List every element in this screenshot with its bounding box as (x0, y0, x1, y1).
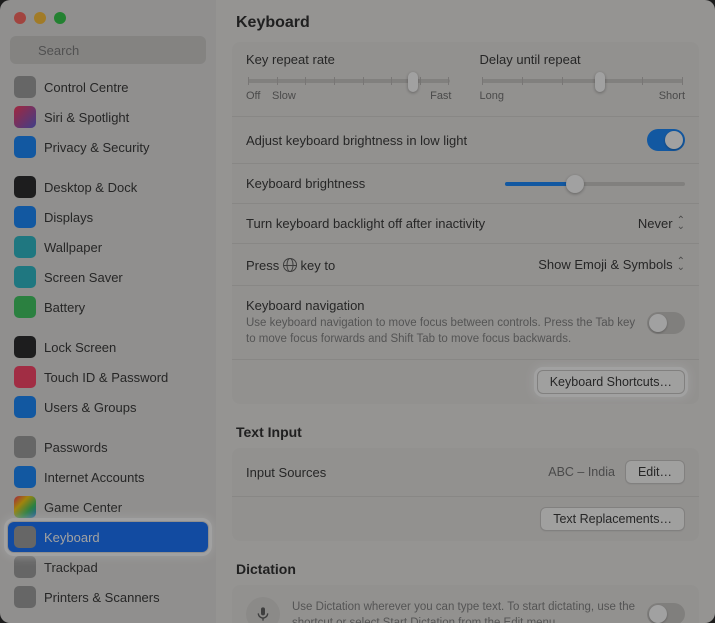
input-sources-value: ABC – India (548, 465, 615, 479)
key-repeat-off-label: Off (246, 90, 260, 102)
sidebar-item-screen-saver[interactable]: Screen Saver (8, 262, 208, 292)
sidebar-item-lock-screen[interactable]: Lock Screen (8, 332, 208, 362)
sidebar-item-label: Users & Groups (44, 400, 136, 415)
sidebar-item-label: Screen Saver (44, 270, 123, 285)
keyboard-nav-help: Use keyboard navigation to move focus be… (246, 316, 637, 347)
pref-icon (14, 396, 36, 418)
sidebar-item-label: Game Center (44, 500, 122, 515)
input-sources-label: Input Sources (246, 465, 326, 480)
pref-icon (14, 176, 36, 198)
pref-icon (14, 76, 36, 98)
sidebar-nav: Control Centre Siri & Spotlight Privacy & … (0, 72, 216, 623)
pref-icon (14, 526, 36, 548)
pref-icon (14, 436, 36, 458)
pref-icon (14, 366, 36, 388)
sidebar-item-internet-accounts[interactable]: Internet Accounts (8, 462, 208, 492)
sidebar-item-printers-scanners[interactable]: Printers & Scanners (8, 582, 208, 612)
pref-icon (14, 586, 36, 608)
brightness-slider[interactable] (505, 182, 685, 186)
key-repeat-label: Key repeat rate (246, 52, 452, 67)
sidebar-item-keyboard[interactable]: Keyboard (8, 522, 208, 552)
dictation-help: Use Dictation wherever you can type text… (292, 600, 637, 623)
pref-icon (14, 296, 36, 318)
sidebar-item-label: Keyboard (44, 530, 100, 545)
pref-icon (14, 236, 36, 258)
text-input-heading: Text Input (232, 424, 699, 448)
sidebar-item-control-centre[interactable]: Control Centre (8, 72, 208, 102)
delay-repeat-label: Delay until repeat (480, 52, 686, 67)
globe-icon (283, 258, 297, 272)
backlight-off-label: Turn keyboard backlight off after inacti… (246, 216, 485, 231)
sidebar-item-privacy-security[interactable]: Privacy & Security (8, 132, 208, 162)
pref-icon (14, 136, 36, 158)
sidebar-item-battery[interactable]: Battery (8, 292, 208, 322)
edit-input-sources-button[interactable]: Edit… (625, 460, 685, 484)
window-controls (0, 8, 216, 32)
pref-icon (14, 556, 36, 578)
page-header: Keyboard (216, 0, 715, 42)
main-pane: Keyboard Key repeat rate Off (216, 0, 715, 623)
sidebar-item-label: Battery (44, 300, 85, 315)
globe-key-popup[interactable]: Show Emoji & Symbols ⌃⌄ (538, 257, 685, 272)
pref-icon (14, 496, 36, 518)
sidebar-item-label: Wallpaper (44, 240, 102, 255)
pref-icon (14, 206, 36, 228)
sidebar-item-label: Displays (44, 210, 93, 225)
auto-brightness-label: Adjust keyboard brightness in low light (246, 133, 467, 148)
key-repeat-fast-label: Fast (430, 90, 451, 102)
text-replacements-button[interactable]: Text Replacements… (540, 507, 685, 531)
fullscreen-icon[interactable] (54, 12, 66, 24)
dictation-card: Use Dictation wherever you can type text… (232, 585, 699, 623)
close-icon[interactable] (14, 12, 26, 24)
globe-key-label: Press key to (246, 256, 335, 273)
key-repeat-slider[interactable] (248, 79, 450, 83)
sidebar-item-label: Lock Screen (44, 340, 116, 355)
keyboard-nav-toggle[interactable] (647, 312, 685, 334)
key-repeat-slow-label: Slow (272, 90, 296, 102)
sidebar-item-wallpaper[interactable]: Wallpaper (8, 232, 208, 262)
sidebar-item-label: Printers & Scanners (44, 590, 160, 605)
keyboard-shortcuts-button[interactable]: Keyboard Shortcuts… (537, 370, 685, 394)
pref-icon (14, 106, 36, 128)
sidebar-item-label: Siri & Spotlight (44, 110, 129, 125)
sidebar-item-label: Trackpad (44, 560, 98, 575)
page-title: Keyboard (236, 14, 695, 32)
dictation-heading: Dictation (232, 561, 699, 585)
sidebar-item-touch-id-password[interactable]: Touch ID & Password (8, 362, 208, 392)
sidebar-item-label: Internet Accounts (44, 470, 144, 485)
keyboard-settings-card: Key repeat rate Off Slow Fast (232, 42, 699, 404)
microphone-icon (246, 597, 280, 623)
search-input[interactable] (10, 36, 206, 64)
pref-icon (14, 266, 36, 288)
delay-repeat-slider[interactable] (482, 79, 684, 83)
dictation-toggle[interactable] (647, 603, 685, 623)
sidebar-item-siri-spotlight[interactable]: Siri & Spotlight (8, 102, 208, 132)
sidebar-item-displays[interactable]: Displays (8, 202, 208, 232)
sidebar-item-users-groups[interactable]: Users & Groups (8, 392, 208, 422)
sidebar-item-passwords[interactable]: Passwords (8, 432, 208, 462)
sidebar-item-label: Privacy & Security (44, 140, 149, 155)
sidebar: Control Centre Siri & Spotlight Privacy & … (0, 0, 216, 623)
minimize-icon[interactable] (34, 12, 46, 24)
chevron-updown-icon: ⌃⌄ (677, 259, 685, 271)
sidebar-item-label: Desktop & Dock (44, 180, 137, 195)
sidebar-item-trackpad[interactable]: Trackpad (8, 552, 208, 582)
sidebar-item-label: Touch ID & Password (44, 370, 168, 385)
pref-icon (14, 466, 36, 488)
delay-short-label: Short (659, 90, 685, 102)
settings-window: Control Centre Siri & Spotlight Privacy & … (0, 0, 715, 623)
sidebar-item-label: Passwords (44, 440, 108, 455)
auto-brightness-toggle[interactable] (647, 129, 685, 151)
backlight-off-popup[interactable]: Never ⌃⌄ (638, 216, 685, 231)
sidebar-item-game-center[interactable]: Game Center (8, 492, 208, 522)
sidebar-item-desktop-dock[interactable]: Desktop & Dock (8, 172, 208, 202)
sidebar-item-label: Control Centre (44, 80, 129, 95)
keyboard-nav-label: Keyboard navigation (246, 298, 637, 313)
pref-icon (14, 336, 36, 358)
delay-long-label: Long (480, 90, 504, 102)
text-input-card: Input Sources ABC – India Edit… Text Rep… (232, 448, 699, 541)
chevron-updown-icon: ⌃⌄ (677, 218, 685, 230)
brightness-label: Keyboard brightness (246, 176, 365, 191)
